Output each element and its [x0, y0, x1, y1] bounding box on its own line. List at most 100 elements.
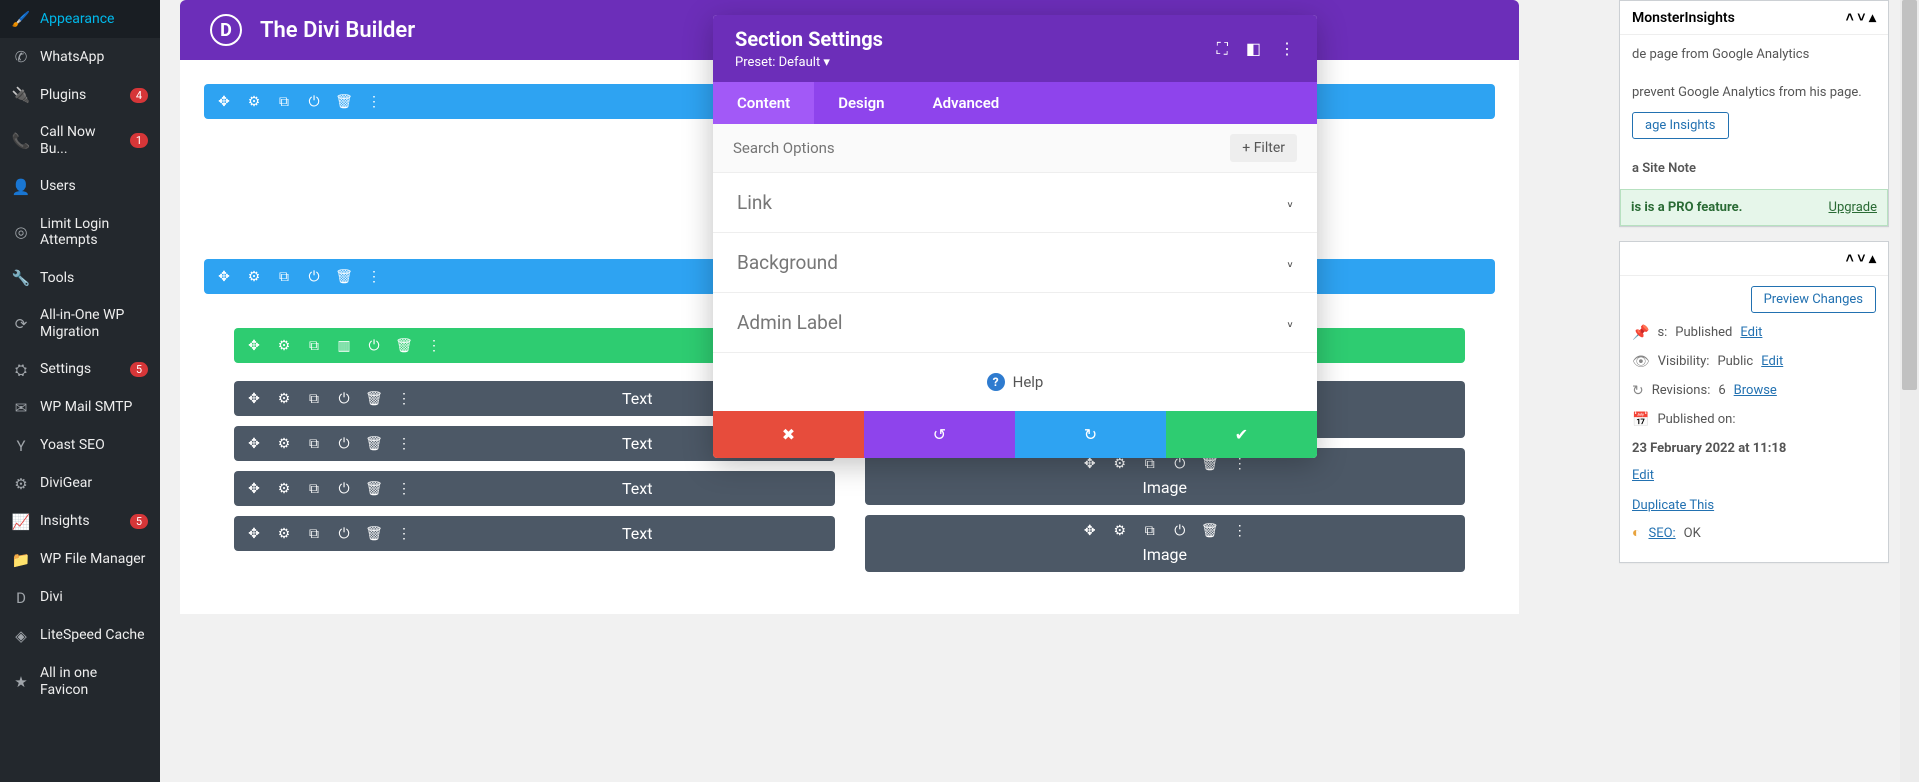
search-input[interactable]: [733, 139, 1230, 157]
edit-status-link[interactable]: Edit: [1740, 323, 1762, 343]
redo-button[interactable]: ↻: [1015, 411, 1166, 458]
sidebar-item-insights[interactable]: 📈Insights5: [0, 503, 160, 541]
trash-icon[interactable]: 🗑: [336, 269, 352, 285]
more-icon[interactable]: ⋮: [396, 391, 412, 407]
duplicate-icon[interactable]: ⧉: [306, 391, 322, 407]
trash-icon[interactable]: 🗑: [1202, 523, 1218, 539]
more-icon[interactable]: ⋮: [396, 436, 412, 452]
trash-icon[interactable]: 🗑: [366, 436, 382, 452]
sidebar-item-all-in-one-wp-migration[interactable]: ⟳All-in-One WP Migration: [0, 297, 160, 351]
settings-group-admin-label[interactable]: Admin Label៴: [713, 293, 1317, 353]
sidebar-item-divigear[interactable]: ⚙DiviGear: [0, 465, 160, 503]
move-icon[interactable]: ✥: [216, 94, 232, 110]
sidebar-item-all-in-one-favicon[interactable]: ★All in one Favicon: [0, 655, 160, 709]
duplicate-icon[interactable]: ⧉: [306, 481, 322, 497]
move-icon[interactable]: ✥: [246, 391, 262, 407]
power-icon[interactable]: ⏻: [336, 436, 352, 452]
power-icon[interactable]: ⏻: [336, 526, 352, 542]
duplicate-icon[interactable]: ⧉: [306, 436, 322, 452]
power-icon[interactable]: ⏻: [306, 94, 322, 110]
more-icon[interactable]: ⋮: [366, 269, 382, 285]
trash-icon[interactable]: 🗑: [1202, 456, 1218, 472]
help-row[interactable]: ? Help: [713, 353, 1317, 411]
more-icon[interactable]: ⋮: [1232, 456, 1248, 472]
sidebar-item-yoast-seo[interactable]: YYoast SEO: [0, 427, 160, 465]
sidebar-item-tools[interactable]: 🔧Tools: [0, 259, 160, 297]
sidebar-item-call-now-bu-[interactable]: 📞Call Now Bu...1: [0, 114, 160, 168]
cancel-button[interactable]: ✖: [713, 411, 864, 458]
more-icon[interactable]: ⋮: [396, 481, 412, 497]
power-icon[interactable]: ⏻: [1172, 456, 1188, 472]
preview-changes-button[interactable]: Preview Changes: [1751, 286, 1876, 313]
edit-date-link[interactable]: Edit: [1632, 468, 1654, 483]
sidebar-item-plugins[interactable]: 🔌Plugins4: [0, 76, 160, 114]
scrollbar-thumb[interactable]: [1902, 0, 1917, 390]
module-bar-text[interactable]: ✥⚙⧉⏻🗑⋮Text: [234, 471, 835, 506]
sidebar-item-divi[interactable]: DDivi: [0, 579, 160, 617]
tab-content[interactable]: Content: [713, 82, 814, 124]
sidebar-item-limit-login-attempts[interactable]: ◎Limit Login Attempts: [0, 206, 160, 260]
edit-visibility-link[interactable]: Edit: [1761, 352, 1783, 372]
browse-revisions-link[interactable]: Browse: [1734, 381, 1777, 401]
duplicate-icon[interactable]: ⧉: [1142, 456, 1158, 472]
trash-icon[interactable]: 🗑: [336, 94, 352, 110]
upgrade-link[interactable]: Upgrade: [1829, 200, 1877, 215]
settings-group-background[interactable]: Background៴: [713, 233, 1317, 293]
power-icon[interactable]: ⏻: [306, 269, 322, 285]
gear-icon[interactable]: ⚙: [276, 481, 292, 497]
sidebar-item-whatsapp[interactable]: ✆WhatsApp: [0, 38, 160, 76]
duplicate-icon[interactable]: ⧉: [276, 94, 292, 110]
tab-advanced[interactable]: Advanced: [909, 82, 1024, 124]
duplicate-icon[interactable]: ⧉: [1142, 523, 1158, 539]
meta-toggle-icons[interactable]: ˄ ˅ ▴: [1846, 250, 1876, 267]
more-icon[interactable]: ⋮: [396, 526, 412, 542]
gear-icon[interactable]: ⚙: [1112, 523, 1128, 539]
power-icon[interactable]: ⏻: [366, 338, 382, 354]
duplicate-icon[interactable]: ⧉: [306, 338, 322, 354]
expand-icon[interactable]: ⛶: [1217, 39, 1228, 59]
more-icon[interactable]: ⋮: [426, 338, 442, 354]
seo-label[interactable]: SEO:: [1648, 524, 1675, 544]
gear-icon[interactable]: ⚙: [276, 526, 292, 542]
duplicate-link[interactable]: Duplicate This: [1632, 498, 1714, 513]
gear-icon[interactable]: ⚙: [276, 338, 292, 354]
save-button[interactable]: ✔: [1166, 411, 1317, 458]
settings-preset[interactable]: Preset: Default ▾: [735, 55, 1217, 70]
move-icon[interactable]: ✥: [1082, 456, 1098, 472]
gear-icon[interactable]: ⚙: [1112, 456, 1128, 472]
sidebar-item-wp-file-manager[interactable]: 📁WP File Manager: [0, 541, 160, 579]
sidebar-item-litespeed-cache[interactable]: ◈LiteSpeed Cache: [0, 617, 160, 655]
sidebar-item-settings[interactable]: ⛭Settings5: [0, 351, 160, 389]
filter-button[interactable]: + Filter: [1230, 134, 1297, 162]
more-icon[interactable]: ⋮: [1232, 523, 1248, 539]
module-bar-image[interactable]: ✥⚙⧉⏻🗑⋮Image: [865, 515, 1466, 572]
module-bar-text[interactable]: ✥⚙⧉⏻🗑⋮Text: [234, 516, 835, 551]
power-icon[interactable]: ⏻: [336, 481, 352, 497]
move-icon[interactable]: ✥: [246, 338, 262, 354]
columns-icon[interactable]: ▥: [336, 338, 352, 354]
duplicate-icon[interactable]: ⧉: [276, 269, 292, 285]
sidebar-item-appearance[interactable]: 🖌️Appearance: [0, 0, 160, 38]
meta-toggle-icons[interactable]: ˄ ˅ ▴: [1846, 9, 1876, 26]
trash-icon[interactable]: 🗑: [366, 391, 382, 407]
move-icon[interactable]: ✥: [216, 269, 232, 285]
scrollbar-track[interactable]: [1900, 0, 1919, 782]
more-icon[interactable]: ⋮: [366, 94, 382, 110]
gear-icon[interactable]: ⚙: [276, 391, 292, 407]
snap-icon[interactable]: ◧: [1246, 39, 1261, 59]
move-icon[interactable]: ✥: [246, 481, 262, 497]
move-icon[interactable]: ✥: [246, 526, 262, 542]
trash-icon[interactable]: 🗑: [366, 481, 382, 497]
duplicate-icon[interactable]: ⧉: [306, 526, 322, 542]
page-insights-button[interactable]: age Insights: [1632, 112, 1729, 139]
settings-group-link[interactable]: Link៴: [713, 173, 1317, 233]
power-icon[interactable]: ⏻: [336, 391, 352, 407]
power-icon[interactable]: ⏻: [1172, 523, 1188, 539]
tab-design[interactable]: Design: [814, 82, 908, 124]
sidebar-item-users[interactable]: 👤Users: [0, 168, 160, 206]
gear-icon[interactable]: ⚙: [276, 436, 292, 452]
gear-icon[interactable]: ⚙: [246, 94, 262, 110]
undo-button[interactable]: ↺: [864, 411, 1015, 458]
sidebar-item-wp-mail-smtp[interactable]: ✉WP Mail SMTP: [0, 389, 160, 427]
move-icon[interactable]: ✥: [246, 436, 262, 452]
